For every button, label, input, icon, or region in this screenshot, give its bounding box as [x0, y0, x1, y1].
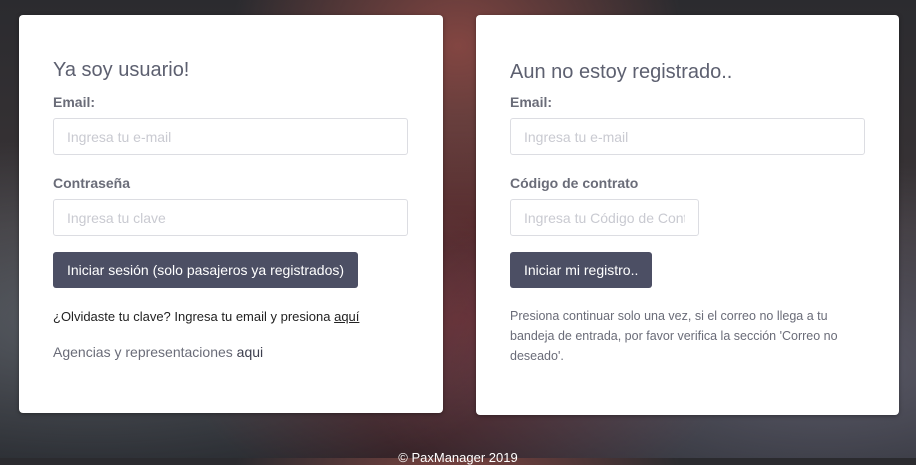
register-panel: Aun no estoy registrado.. Email: Código … [476, 15, 899, 415]
contract-code-input[interactable] [510, 199, 699, 236]
login-panel: Ya soy usuario! Email: Contraseña Inicia… [19, 15, 443, 413]
register-email-input[interactable] [510, 118, 865, 155]
login-email-label: Email: [53, 94, 96, 110]
login-password-label: Contraseña [53, 175, 131, 191]
register-note: Presiona continuar solo una vez, si el c… [510, 309, 838, 363]
forgot-password-message: ¿Olvidaste tu clave? Ingresa tu email y … [53, 309, 331, 324]
login-password-input[interactable] [53, 199, 408, 236]
forgot-password-link[interactable]: aquí [334, 309, 359, 324]
agencies-text: Agencias y representaciones aqui [53, 344, 263, 360]
agencies-link[interactable]: aqui [237, 344, 263, 360]
login-email-input[interactable] [53, 118, 408, 155]
agencies-label: Agencias y representaciones [53, 344, 233, 360]
login-title: Ya soy usuario! [53, 59, 190, 81]
register-email-label: Email: [510, 94, 553, 110]
register-submit-button[interactable]: Iniciar mi registro.. [510, 252, 653, 288]
register-title: Aun no estoy registrado.. [510, 61, 733, 83]
login-submit-button[interactable]: Iniciar sesión (solo pasajeros ya regist… [53, 252, 359, 288]
forgot-password-text: ¿Olvidaste tu clave? Ingresa tu email y … [53, 309, 359, 324]
contract-code-label: Código de contrato [510, 175, 639, 191]
